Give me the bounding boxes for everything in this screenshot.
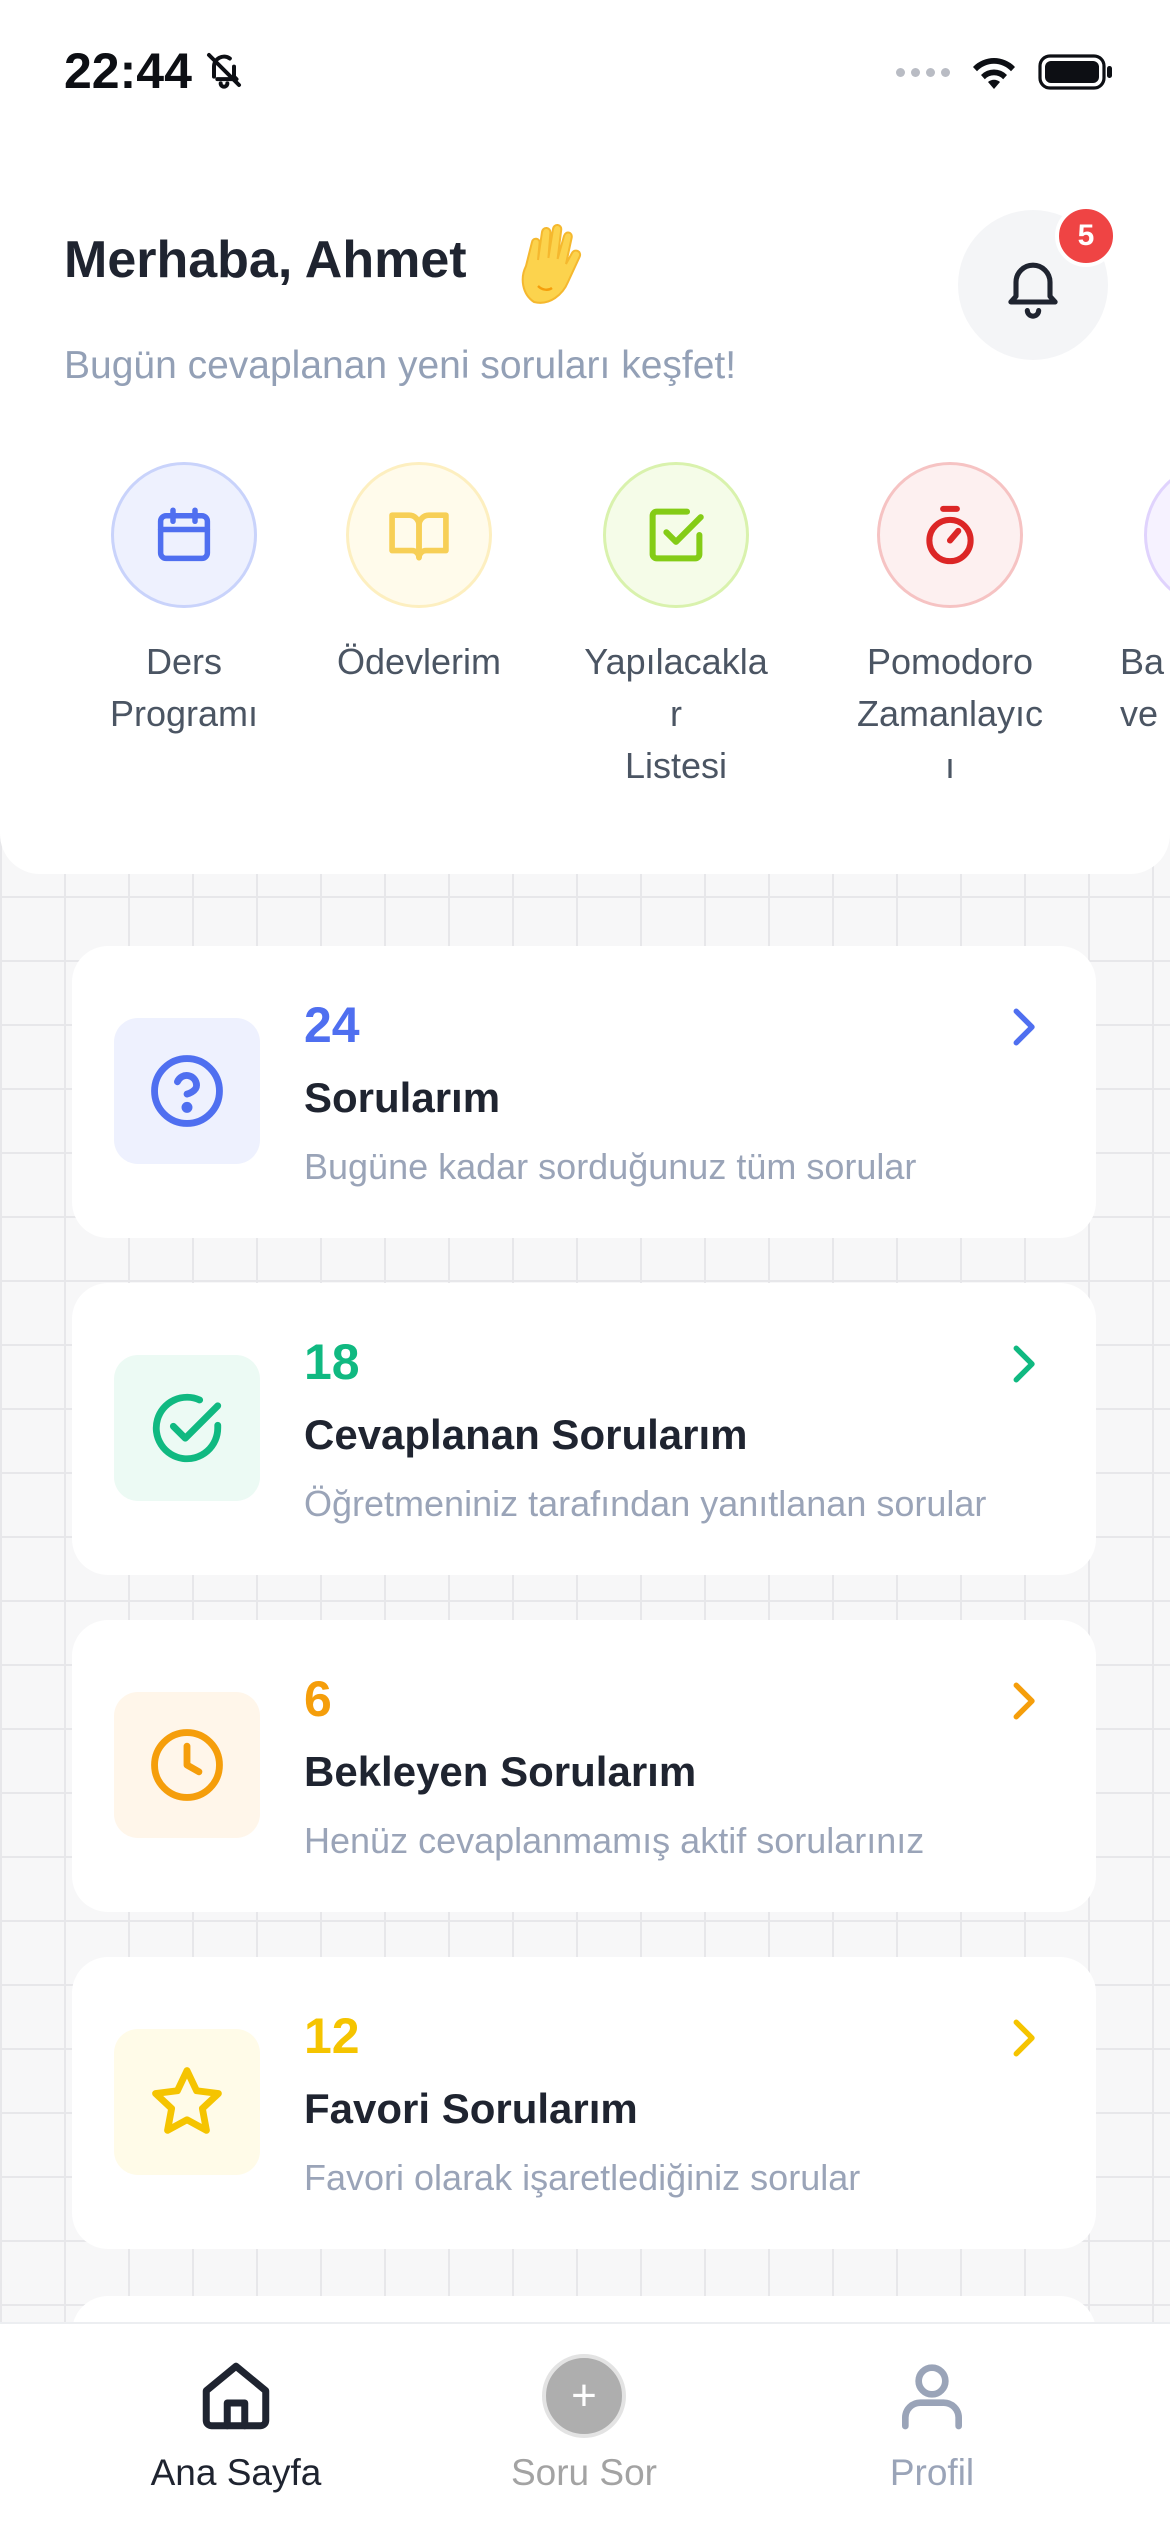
status-time: 22:44 bbox=[64, 43, 192, 99]
greeting-title: Merhaba, Ahmet bbox=[64, 231, 467, 289]
tab-label: Profil bbox=[889, 2452, 975, 2493]
stat-count: 6 bbox=[304, 1671, 332, 1727]
partial-icon bbox=[1144, 462, 1170, 608]
header-card: Merhaba, Ahmet Bugün cevaplanan yeni sor… bbox=[0, 140, 1170, 874]
stat-count: 24 bbox=[304, 997, 360, 1053]
plus-icon: + bbox=[542, 2354, 626, 2438]
quick-action-ders-programi[interactable]: Ders Programı bbox=[64, 462, 304, 740]
bell-slash-icon bbox=[207, 53, 241, 89]
quick-action-label: Ödevlerim bbox=[336, 641, 502, 682]
timer-icon bbox=[926, 505, 974, 565]
check-circle-icon bbox=[152, 1393, 222, 1463]
quick-action-odevlerim[interactable]: Ödevlerim bbox=[299, 462, 539, 688]
stat-title: Sorularım bbox=[304, 1074, 501, 1121]
check-square-icon bbox=[649, 508, 704, 562]
question-circle-icon bbox=[151, 1055, 223, 1127]
status-indicators bbox=[896, 50, 1114, 94]
clock-icon bbox=[151, 1729, 223, 1801]
stat-description: Bugüne kadar sorduğunuz tüm sorular bbox=[304, 1146, 917, 1187]
user-icon bbox=[902, 2364, 962, 2430]
stat-card-sorularim[interactable]: 24 Sorularım Bugüne kadar sorduğunuz tüm… bbox=[72, 946, 1096, 1238]
tab-label: Soru Sor bbox=[510, 2452, 657, 2493]
stat-title: Bekleyen Sorularım bbox=[304, 1748, 697, 1795]
home-icon bbox=[202, 2362, 270, 2430]
calendar-icon bbox=[157, 507, 211, 562]
stat-description: Favori olarak işaretlediğiniz sorular bbox=[304, 2157, 861, 2198]
stat-card-cevaplanan[interactable]: 18 Cevaplanan Sorularım Öğretmeniniz tar… bbox=[72, 1283, 1096, 1575]
stat-count: 18 bbox=[304, 1334, 360, 1390]
stat-description: Öğretmeniniz tarafından yanıtlanan sorul… bbox=[304, 1483, 987, 1524]
signal-dots-icon bbox=[896, 67, 950, 77]
battery-icon bbox=[1038, 54, 1112, 90]
quick-action-yapilacaklar[interactable]: Yapılacakla r Listesi bbox=[556, 462, 796, 792]
book-open-icon bbox=[389, 512, 449, 561]
quick-actions: Ders Programı Ödevlerim Yapılacakla r Li… bbox=[0, 462, 1170, 862]
stat-description: Henüz cevaplanmamış aktif sorularınız bbox=[304, 1820, 925, 1861]
tab-profil[interactable]: Profil bbox=[782, 2354, 1082, 2494]
stat-title: Favori Sorularım bbox=[304, 2085, 638, 2132]
chevron-right-icon bbox=[1013, 2019, 1035, 2057]
chevron-right-icon bbox=[1013, 1682, 1035, 1720]
quick-action-partial[interactable]: Ba ve bbox=[1078, 462, 1170, 740]
status-bar: 22:44 bbox=[0, 0, 1170, 140]
wifi-icon bbox=[973, 58, 1015, 89]
tab-bar: Ana Sayfa + Soru Sor Profil bbox=[0, 2322, 1170, 2532]
quick-action-label: Pomodoro Zamanlayıc ı bbox=[856, 641, 1044, 786]
chevron-right-icon bbox=[1013, 1345, 1035, 1383]
waving-hand-icon bbox=[521, 224, 582, 304]
bell-icon bbox=[1008, 262, 1058, 319]
quick-action-pomodoro[interactable]: Pomodoro Zamanlayıc ı bbox=[830, 462, 1070, 792]
quick-action-label: Yapılacakla r Listesi bbox=[584, 641, 768, 786]
stat-card-favori[interactable]: 12 Favori Sorularım Favori olarak işaret… bbox=[72, 1957, 1096, 2249]
stat-count: 12 bbox=[304, 2008, 360, 2064]
notification-badge: 5 bbox=[1055, 205, 1117, 267]
quick-action-label: Ders Programı bbox=[109, 641, 259, 734]
greeting-subtitle: Bugün cevaplanan yeni soruları keşfet! bbox=[64, 344, 737, 387]
quick-action-label: Ba ve bbox=[1120, 641, 1165, 734]
star-icon bbox=[152, 2067, 222, 2134]
stat-title: Cevaplanan Sorularım bbox=[304, 1411, 748, 1458]
tab-label: Ana Sayfa bbox=[150, 2452, 322, 2493]
tab-ana-sayfa[interactable]: Ana Sayfa bbox=[86, 2354, 386, 2494]
chevron-right-icon bbox=[1013, 1008, 1035, 1046]
tab-soru-sor[interactable]: + Soru Sor bbox=[434, 2354, 734, 2494]
stat-card-bekleyen[interactable]: 6 Bekleyen Sorularım Henüz cevaplanmamış… bbox=[72, 1620, 1096, 1912]
